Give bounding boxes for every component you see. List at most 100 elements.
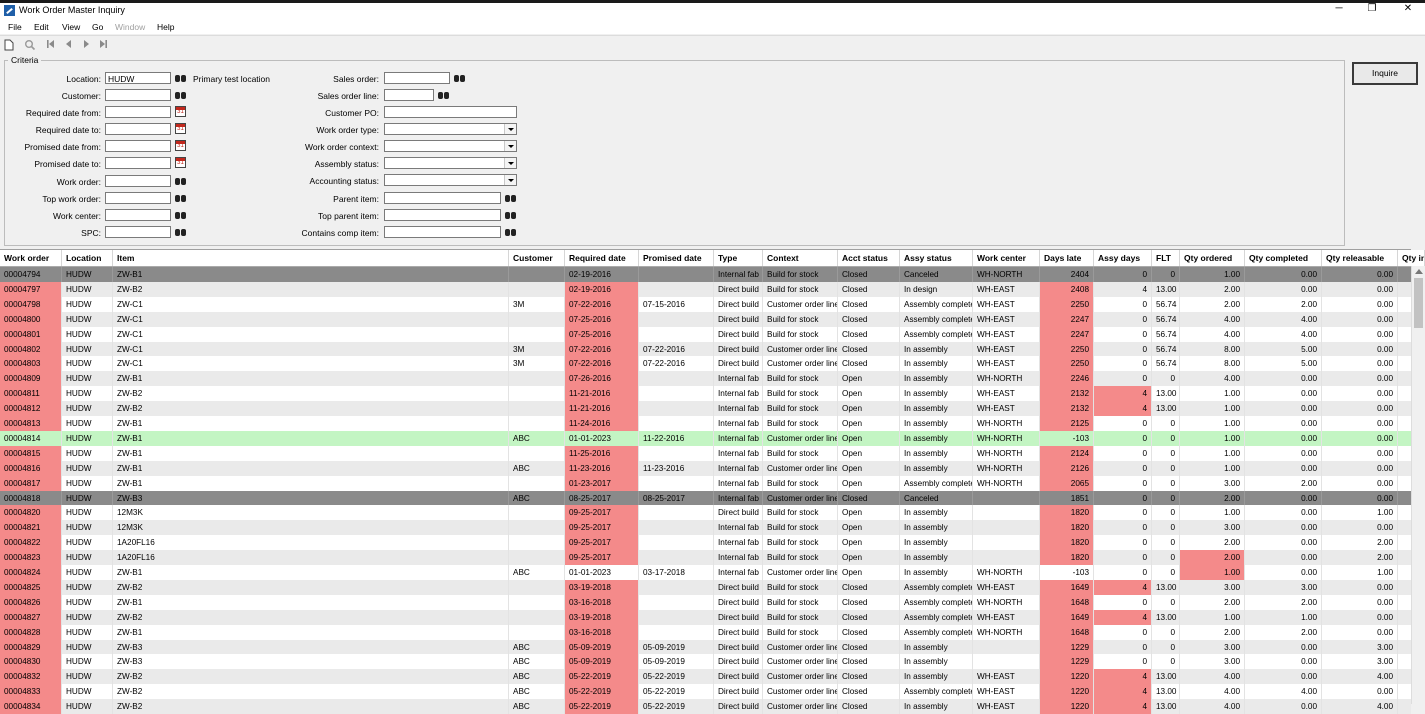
minimize-button[interactable]: ─ [1328,3,1350,17]
work-order-lookup-icon[interactable] [174,175,187,186]
inquire-button[interactable]: Inquire [1352,62,1418,85]
table-row[interactable]: 00004813 HUDW ZW-B1 11-24-2016 Internal fab B… [0,416,1411,431]
column-header-qty-releasable[interactable]: Qty releasable [1322,250,1398,266]
column-header-work-order[interactable]: Work order [0,250,62,266]
table-row[interactable]: 00004809 HUDW ZW-B1 07-26-2016 Internal fab B… [0,371,1411,387]
column-header-assy-days[interactable]: Assy days [1094,250,1152,266]
close-button[interactable]: ✕ [1397,3,1419,17]
table-row[interactable]: 00004834 HUDW ZW-B2 ABC 05-22-2019 05-22-2019… [0,699,1411,714]
table-row[interactable]: 00004825 HUDW ZW-B2 03-19-2018 Direct build B… [0,579,1411,595]
work-center-lookup-icon[interactable] [174,209,187,220]
next-record-icon[interactable] [80,39,92,51]
table-row[interactable]: 00004832 HUDW ZW-B2 ABC 05-22-2019 05-22-2019… [0,669,1411,685]
column-header-qty-completed[interactable]: Qty completed [1245,250,1322,266]
column-header-flt[interactable]: FLT [1152,250,1180,266]
sales-order-lookup-icon[interactable] [453,72,466,83]
parent-item-lookup-icon[interactable] [504,192,517,203]
promised-date-to-input[interactable] [105,157,171,169]
location-lookup-icon[interactable] [174,72,187,83]
calendar-icon[interactable]: 31 [175,123,186,134]
restore-button[interactable]: ❐ [1361,3,1383,17]
previous-record-icon[interactable] [63,39,75,51]
first-record-icon[interactable] [45,39,57,51]
chevron-down-icon[interactable] [504,175,516,185]
table-row[interactable]: 00004827 HUDW ZW-B2 03-19-2018 Direct build B… [0,609,1411,625]
table-row[interactable]: 00004802 HUDW ZW-C1 3M 07-22-2016 07-22-2016 D… [0,341,1411,357]
work-order-type-select[interactable] [384,123,517,135]
calendar-icon[interactable]: 31 [175,140,186,151]
table-row[interactable]: 00004830 HUDW ZW-B3 ABC 05-09-2019 05-09-2019… [0,654,1411,670]
table-row[interactable]: 00004820 HUDW 12M3K 09-25-2017 Direct build B… [0,505,1411,521]
table-row[interactable]: 00004828 HUDW ZW-B1 03-16-2018 Direct build B… [0,624,1411,640]
top-parent-item-lookup-icon[interactable] [504,209,517,220]
column-header-promised-date[interactable]: Promised date [639,250,714,266]
table-row[interactable]: 00004801 HUDW ZW-C1 07-25-2016 Direct build B… [0,326,1411,342]
column-header-qty-ordered[interactable]: Qty ordered [1180,250,1245,266]
work-order-input[interactable] [105,175,171,187]
chevron-down-icon[interactable] [504,158,516,168]
column-header-assy-status[interactable]: Assy status [900,250,973,266]
table-row[interactable]: 00004815 HUDW ZW-B1 11-25-2016 Internal fab B… [0,445,1411,461]
table-row[interactable]: 00004818 HUDW ZW-B3 ABC 08-25-2017 08-25-2017… [0,490,1411,506]
chevron-down-icon[interactable] [504,141,516,151]
work-order-context-select[interactable] [384,140,517,152]
table-row[interactable]: 00004822 HUDW 1A20FL16 09-25-2017 Internal f… [0,535,1411,551]
table-row[interactable]: 00004826 HUDW ZW-B1 03-16-2018 Direct build B… [0,594,1411,610]
chevron-down-icon[interactable] [504,124,516,134]
top-parent-item-input[interactable] [384,209,501,221]
column-header-required-date[interactable]: Required date [565,250,639,266]
required-date-from-input[interactable] [105,106,171,118]
scrollbar-thumb[interactable] [1414,278,1423,328]
contains-comp-item-lookup-icon[interactable] [504,226,517,237]
table-row[interactable]: 00004833 HUDW ZW-B2 ABC 05-22-2019 05-22-2019… [0,684,1411,700]
promised-date-from-input[interactable] [105,140,171,152]
table-row[interactable]: 00004816 HUDW ZW-B1 ABC 11-23-2016 11-23-2016… [0,460,1411,476]
table-row[interactable]: 00004817 HUDW ZW-B1 01-23-2017 Internal fab B… [0,475,1411,491]
column-header-item[interactable]: Item [113,250,509,266]
column-header-location[interactable]: Location [62,250,113,266]
required-date-to-input[interactable] [105,123,171,135]
sales-order-input[interactable] [384,72,450,84]
top-work-order-input[interactable] [105,192,171,204]
table-row[interactable]: 00004812 HUDW ZW-B2 11-21-2016 Internal fab B… [0,401,1411,417]
column-header-days-late[interactable]: Days late [1040,250,1094,266]
new-document-icon[interactable] [3,39,15,51]
column-header-work-center[interactable]: Work center [973,250,1040,266]
accounting-status-select[interactable] [384,174,517,186]
table-row[interactable]: 00004824 HUDW ZW-B1 ABC 01-01-2023 03-17-2018… [0,565,1411,580]
table-row[interactable]: 00004803 HUDW ZW-C1 3M 07-22-2016 07-22-2016 D… [0,356,1411,372]
vertical-scrollbar[interactable] [1411,266,1425,704]
sales-order-line-input[interactable] [384,89,434,101]
spc-lookup-icon[interactable] [174,226,187,237]
column-header-customer[interactable]: Customer [509,250,565,266]
column-header-qty-in[interactable]: Qty in [1398,250,1425,266]
customer-po-input[interactable] [384,106,517,118]
menu-help[interactable]: Help [157,22,174,32]
sales-order-line-lookup-icon[interactable] [437,89,450,100]
column-header-acct-status[interactable]: Acct status [838,250,900,266]
customer-lookup-icon[interactable] [174,89,187,100]
table-row[interactable]: 00004800 HUDW ZW-C1 07-25-2016 Direct build B… [0,311,1411,327]
table-row[interactable]: 00004823 HUDW 1A20FL16 09-25-2017 Internal f… [0,550,1411,566]
spc-input[interactable] [105,226,171,238]
table-row[interactable]: 00004794 HUDW ZW-B1 02-19-2016 Internal fab B… [0,267,1411,282]
table-row[interactable]: 00004829 HUDW ZW-B3 ABC 05-09-2019 05-09-2019… [0,639,1411,655]
contains-comp-item-input[interactable] [384,226,501,238]
calendar-icon[interactable]: 31 [175,157,186,168]
parent-item-input[interactable] [384,192,501,204]
column-header-context[interactable]: Context [763,250,838,266]
work-center-input[interactable] [105,209,171,221]
column-header-type[interactable]: Type [714,250,763,266]
customer-input[interactable] [105,89,171,101]
menu-view[interactable]: View [62,22,80,32]
top-work-order-lookup-icon[interactable] [174,192,187,203]
calendar-icon[interactable]: 31 [175,106,186,117]
assembly-status-select[interactable] [384,157,517,169]
menu-edit[interactable]: Edit [34,22,49,32]
last-record-icon[interactable] [97,39,109,51]
scroll-up-icon[interactable] [1415,269,1423,274]
menu-go[interactable]: Go [92,22,103,32]
table-row[interactable]: 00004811 HUDW ZW-B2 11-21-2016 Internal fab B… [0,386,1411,402]
table-row[interactable]: 00004797 HUDW ZW-B2 02-19-2016 Direct build B… [0,281,1411,297]
search-icon[interactable] [24,39,36,51]
